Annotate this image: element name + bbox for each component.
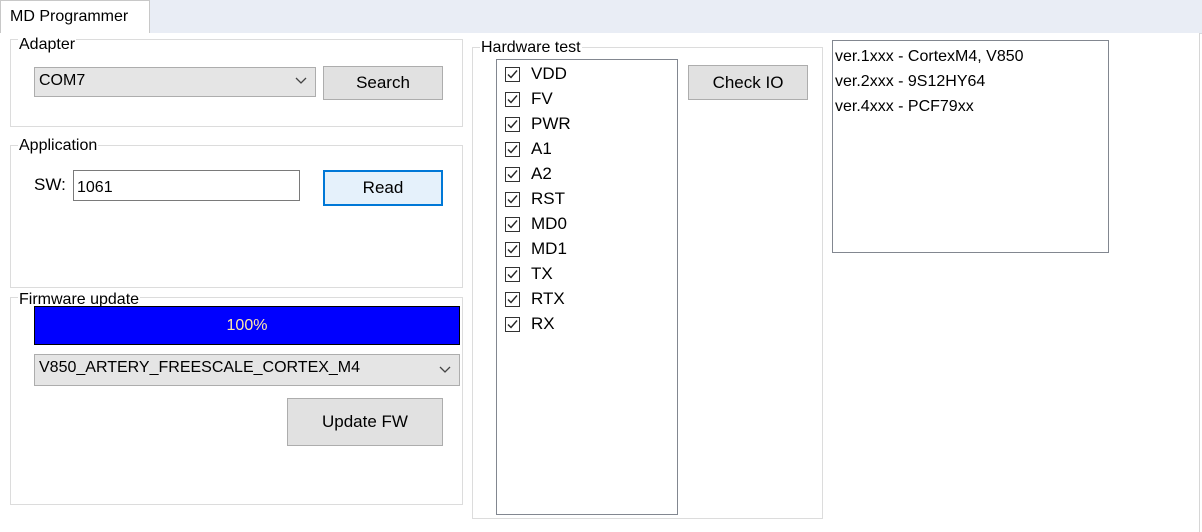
sw-field[interactable] [73, 170, 300, 201]
checkbox[interactable] [505, 116, 520, 132]
hardware-test-group-label: Hardware test [480, 39, 582, 57]
signal-item[interactable]: VDD [505, 63, 567, 85]
sw-label: SW: [34, 175, 66, 194]
versions-list[interactable]: ver.1xxx - CortexM4, V850 ver.2xxx - 9S12… [832, 40, 1109, 253]
checkmark-icon [507, 119, 518, 129]
tab-md-programmer[interactable]: MD Programmer [0, 0, 150, 33]
checkmark-icon [507, 294, 518, 304]
signal-item[interactable]: A1 [505, 138, 552, 160]
adapter-group-label: Adapter [18, 36, 77, 54]
signal-item[interactable]: RTX [505, 288, 565, 310]
checkmark-icon [507, 219, 518, 229]
signal-label: RX [531, 314, 555, 333]
signal-checklist[interactable]: VDD FV PWR A1 A2 RST MD0 MD1 TX RTX RX [496, 59, 678, 515]
firmware-progress-bar: 100% [34, 306, 460, 345]
checkbox[interactable] [505, 191, 520, 207]
firmware-target-select[interactable]: V850_ARTERY_FREESCALE_CORTEX_M4 [34, 354, 460, 386]
checkbox[interactable] [505, 216, 520, 232]
signal-item[interactable]: TX [505, 263, 553, 285]
list-item[interactable]: ver.1xxx - CortexM4, V850 [835, 46, 1108, 71]
update-fw-button[interactable]: Update FW [287, 398, 443, 446]
chevron-down-icon [439, 366, 451, 373]
list-item[interactable]: ver.4xxx - PCF79xx [835, 96, 1108, 121]
read-button[interactable]: Read [323, 170, 443, 206]
application-group-label: Application [18, 137, 99, 155]
checkbox[interactable] [505, 266, 520, 282]
checkbox[interactable] [505, 91, 520, 107]
signal-item[interactable]: RX [505, 313, 555, 335]
signal-label: RST [531, 189, 565, 208]
signal-item[interactable]: MD0 [505, 213, 567, 235]
search-button[interactable]: Search [323, 66, 443, 100]
list-item[interactable]: ver.2xxx - 9S12HY64 [835, 71, 1108, 96]
checkbox[interactable] [505, 291, 520, 307]
checkmark-icon [507, 319, 518, 329]
checkbox[interactable] [505, 141, 520, 157]
checkmark-icon [507, 94, 518, 104]
signal-label: VDD [531, 64, 567, 83]
signal-label: A1 [531, 139, 552, 158]
checkmark-icon [507, 194, 518, 204]
checkmark-icon [507, 169, 518, 179]
checkmark-icon [507, 69, 518, 79]
firmware-progress-text: 100% [226, 317, 268, 334]
signal-label: MD1 [531, 239, 567, 258]
signal-label: PWR [531, 114, 571, 133]
checkbox[interactable] [505, 316, 520, 332]
checkbox[interactable] [505, 66, 520, 82]
signal-item[interactable]: A2 [505, 163, 552, 185]
checkmark-icon [507, 144, 518, 154]
tab-strip: MD Programmer [0, 0, 1202, 34]
signal-label: A2 [531, 164, 552, 183]
signal-label: MD0 [531, 214, 567, 233]
signal-label: RTX [531, 289, 565, 308]
checkmark-icon [507, 244, 518, 254]
chevron-down-icon [295, 77, 307, 84]
checkbox[interactable] [505, 241, 520, 257]
port-select-value: COM7 [39, 72, 86, 89]
signal-item[interactable]: PWR [505, 113, 571, 135]
check-io-button[interactable]: Check IO [688, 65, 808, 100]
signal-item[interactable]: FV [505, 88, 553, 110]
signal-label: TX [531, 264, 553, 283]
firmware-target-value: V850_ARTERY_FREESCALE_CORTEX_M4 [39, 359, 361, 376]
port-select[interactable]: COM7 [34, 67, 316, 97]
signal-item[interactable]: RST [505, 188, 565, 210]
application-group [10, 145, 463, 288]
checkmark-icon [507, 269, 518, 279]
signal-item[interactable]: MD1 [505, 238, 567, 260]
checkbox[interactable] [505, 166, 520, 182]
signal-label: FV [531, 89, 553, 108]
main-panel: Adapter COM7 Search Application SW: Read… [0, 33, 1200, 532]
